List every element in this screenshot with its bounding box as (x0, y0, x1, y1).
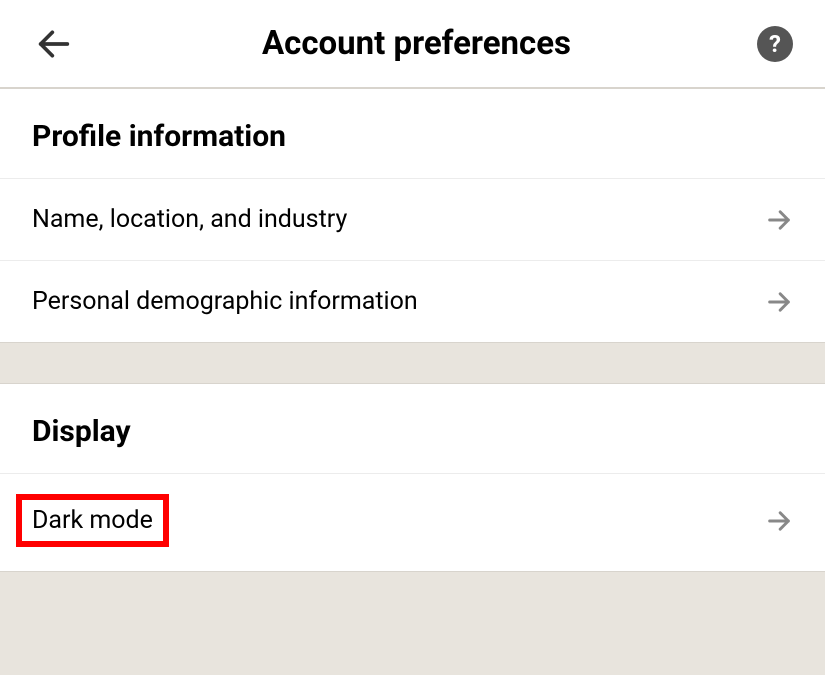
name-location-industry-row[interactable]: Name, location, and industry (0, 178, 825, 260)
display-heading: Display (0, 384, 825, 473)
header-bar: Account preferences ? (0, 0, 825, 88)
question-icon: ? (769, 30, 781, 58)
chevron-right-icon (765, 206, 793, 234)
chevron-right-icon (765, 288, 793, 316)
dark-mode-highlight: Dark mode (16, 494, 169, 547)
help-button[interactable]: ? (757, 26, 793, 62)
personal-demographic-label: Personal demographic information (32, 287, 418, 316)
profile-information-heading: Profile information (0, 89, 825, 178)
back-button[interactable] (32, 22, 76, 66)
display-section: Display Dark mode (0, 383, 825, 572)
profile-information-section: Profile information Name, location, and … (0, 88, 825, 343)
personal-demographic-row[interactable]: Personal demographic information (0, 260, 825, 342)
dark-mode-row[interactable]: Dark mode (0, 473, 825, 571)
section-spacer (0, 572, 825, 612)
section-spacer (0, 343, 825, 383)
dark-mode-label: Dark mode (32, 506, 153, 535)
chevron-right-icon (765, 507, 793, 535)
name-location-industry-label: Name, location, and industry (32, 205, 347, 234)
page-title: Account preferences (262, 24, 571, 63)
arrow-left-icon (34, 24, 74, 64)
